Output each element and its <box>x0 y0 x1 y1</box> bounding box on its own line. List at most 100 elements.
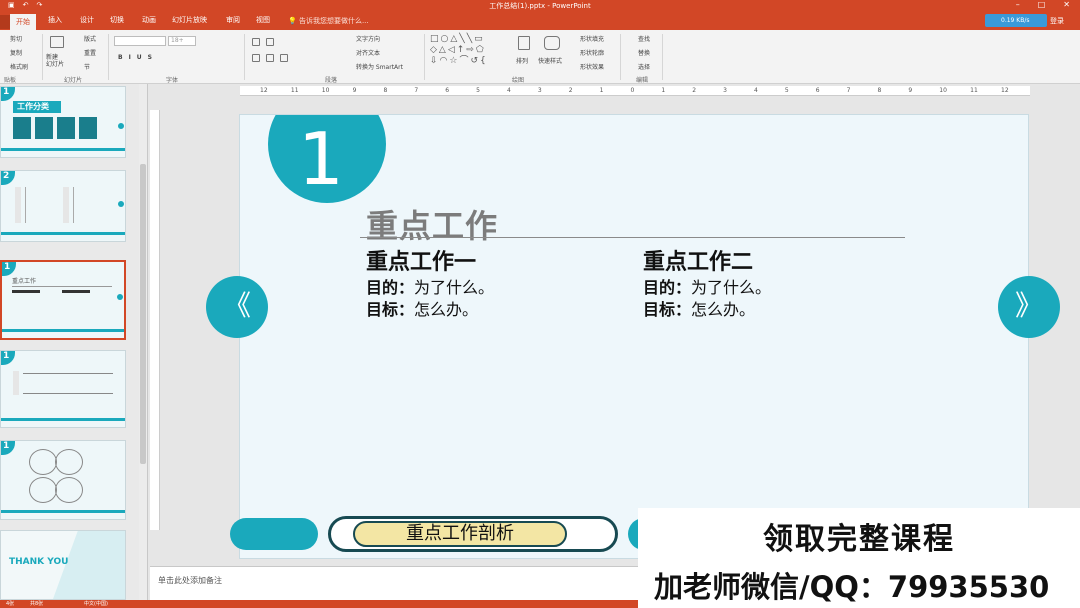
ribbon-tabs: 开始 插入 设计 切换 动画 幻灯片放映 审阅 视图 💡 告诉我您想要做什么..… <box>0 12 1080 30</box>
ruler-tick-label: 7 <box>846 87 851 94</box>
nav-pill-left[interactable] <box>230 518 318 550</box>
font-size-value: 18+ <box>171 37 184 44</box>
thumbnail-number: 2 <box>1 171 15 185</box>
smartart-button[interactable]: 转换为 SmartArt <box>356 62 403 71</box>
slide-thumbnail[interactable]: THANK YOU <box>0 530 126 600</box>
goal-text: 怎么办。 <box>414 300 479 319</box>
cut-button[interactable]: 剪切 <box>10 34 22 43</box>
tab-design[interactable]: 设计 <box>80 15 94 25</box>
tell-me-search[interactable]: 💡 告诉我您想要做什么... <box>288 16 369 26</box>
purpose-label: 目的： <box>643 278 692 297</box>
format-painter-button[interactable]: 格式刷 <box>10 62 28 71</box>
promo-headline: 领取完整课程 <box>763 522 955 557</box>
work-item-one[interactable]: 重点工作一 目的：为了什么。 目标：怎么办。 <box>366 249 494 321</box>
ruler-tick-label: 8 <box>877 87 882 94</box>
powerpoint-window: ▣ ↶ ↷ 工作总结(1).pptx - PowerPoint – □ ✕ 开始… <box>0 0 1080 608</box>
maximize-icon[interactable]: □ <box>1038 0 1046 9</box>
tab-view[interactable]: 视图 <box>256 15 270 25</box>
shape-effects-button[interactable]: 形状效果 <box>580 62 604 71</box>
numbering-icon[interactable] <box>266 38 274 46</box>
slide-title[interactable]: 重点工作 <box>366 201 498 247</box>
shape-fill-button[interactable]: 形状填充 <box>580 34 604 43</box>
slide-thumbnail-selected[interactable]: 1 重点工作 <box>0 260 126 340</box>
group-drawing-label: 绘图 <box>512 77 525 84</box>
bullets-icon[interactable] <box>252 38 260 46</box>
reset-button[interactable]: 重置 <box>84 48 96 57</box>
ruler-tick-label: 5 <box>476 87 480 94</box>
font-size-select[interactable]: 18+ <box>168 36 196 46</box>
goal-line: 目标：怎么办。 <box>366 299 494 321</box>
tab-animations[interactable]: 动画 <box>142 15 156 25</box>
goal-text: 怎么办。 <box>691 300 756 319</box>
thumbnail-number: 1 <box>1 351 15 365</box>
new-slide-icon[interactable] <box>50 36 64 48</box>
layout-button[interactable]: 版式 <box>84 34 96 43</box>
ruler-tick-label: 9 <box>908 87 913 94</box>
ruler-tick-label: 6 <box>445 87 450 94</box>
section-button[interactable]: 节 <box>84 62 90 71</box>
text-direction-button[interactable]: 文字方向 <box>356 34 380 43</box>
slide-thumbnail[interactable]: 2 <box>0 170 126 242</box>
purpose-text: 为了什么。 <box>414 278 495 297</box>
goal-label: 目标： <box>643 300 692 319</box>
thumbnail-number: 1 <box>1 87 15 101</box>
quick-styles-icon[interactable] <box>544 36 560 50</box>
ruler-tick-label: 1 <box>661 87 666 94</box>
work-item-heading: 重点工作二 <box>643 250 754 275</box>
quick-styles-button[interactable]: 快速样式 <box>538 56 562 65</box>
tab-home[interactable]: 开始 <box>10 14 36 30</box>
ribbon-divider <box>620 34 621 80</box>
font-style-buttons[interactable]: BIUS <box>118 54 158 61</box>
file-tab[interactable] <box>0 15 10 29</box>
prev-arrow-button[interactable]: 《 <box>206 276 268 338</box>
network-badge: 0.19 KB/s <box>985 14 1047 27</box>
font-name-select[interactable] <box>114 36 166 46</box>
slide-canvas[interactable]: 1 重点工作 重点工作一 目的：为了什么。 目标：怎么办。 重点工作二 目的：为… <box>239 114 1029 559</box>
thumbnail-bar <box>1 148 125 151</box>
language-indicator[interactable]: 中文(中国) <box>84 600 108 607</box>
minimize-icon[interactable]: – <box>1016 0 1020 9</box>
find-button[interactable]: 查找 <box>638 34 650 43</box>
purpose-label: 目的： <box>366 278 415 297</box>
tab-insert[interactable]: 插入 <box>48 15 62 25</box>
purpose-line: 目的：为了什么。 <box>643 277 771 299</box>
tab-review[interactable]: 审阅 <box>226 15 240 25</box>
ribbon: 剪切 复制 格式刷 贴板 新建 幻灯片 版式 重置 节 幻灯片 18+ BIUS… <box>0 30 1080 84</box>
shape-outline-button[interactable]: 形状轮廓 <box>580 48 604 57</box>
login-link[interactable]: 登录 <box>1050 16 1064 26</box>
align-right-icon[interactable] <box>280 54 288 62</box>
arrange-button[interactable]: 排列 <box>516 56 528 65</box>
promo-contact: 加老师微信/QQ：79935530 <box>654 570 1050 604</box>
work-item-two[interactable]: 重点工作二 目的：为了什么。 目标：怎么办。 <box>643 249 771 321</box>
replace-button[interactable]: 替换 <box>638 48 650 57</box>
align-left-icon[interactable] <box>252 54 260 62</box>
new-slide-button[interactable]: 新建 幻灯片 <box>46 54 64 68</box>
tab-slideshow[interactable]: 幻灯片放映 <box>172 15 207 25</box>
purpose-text: 为了什么。 <box>691 278 772 297</box>
nav-pill-label: 重点工作剖析 <box>353 521 567 547</box>
next-arrow-button[interactable]: 》 <box>998 276 1060 338</box>
slide-thumbnail[interactable]: 1 <box>0 440 126 520</box>
window-title: 工作总结(1).pptx - PowerPoint <box>489 2 591 10</box>
ruler-tick-label: 3 <box>723 87 727 94</box>
thumbnail-scrollbar[interactable] <box>139 84 147 600</box>
goal-line: 目标：怎么办。 <box>643 299 771 321</box>
slide-thumbnail[interactable]: 1 工作分类 <box>0 86 126 158</box>
ribbon-divider <box>662 34 663 80</box>
select-button[interactable]: 选择 <box>638 62 650 71</box>
ruler-tick-label: 5 <box>784 87 789 94</box>
tab-transitions[interactable]: 切换 <box>110 15 124 25</box>
align-center-icon[interactable] <box>266 54 274 62</box>
slide-thumbnail[interactable]: 1 <box>0 350 126 428</box>
close-icon[interactable]: ✕ <box>1063 0 1070 9</box>
ruler-tick-label: 8 <box>383 87 388 94</box>
ruler-tick-label: 1 <box>599 87 604 94</box>
arrange-icon[interactable] <box>518 36 530 50</box>
ruler-tick-label: 10 <box>939 87 947 94</box>
nav-pill-current[interactable]: 重点工作剖析 <box>328 516 618 552</box>
align-text-button[interactable]: 对齐文本 <box>356 48 380 57</box>
scrollbar-handle[interactable] <box>140 164 146 464</box>
shapes-gallery[interactable]: □○△╲╲▭ ◇△◁↑⇨⬠ ⇩◠☆⌒↺{ <box>430 34 510 70</box>
ribbon-divider <box>42 34 43 80</box>
copy-button[interactable]: 复制 <box>10 48 22 57</box>
